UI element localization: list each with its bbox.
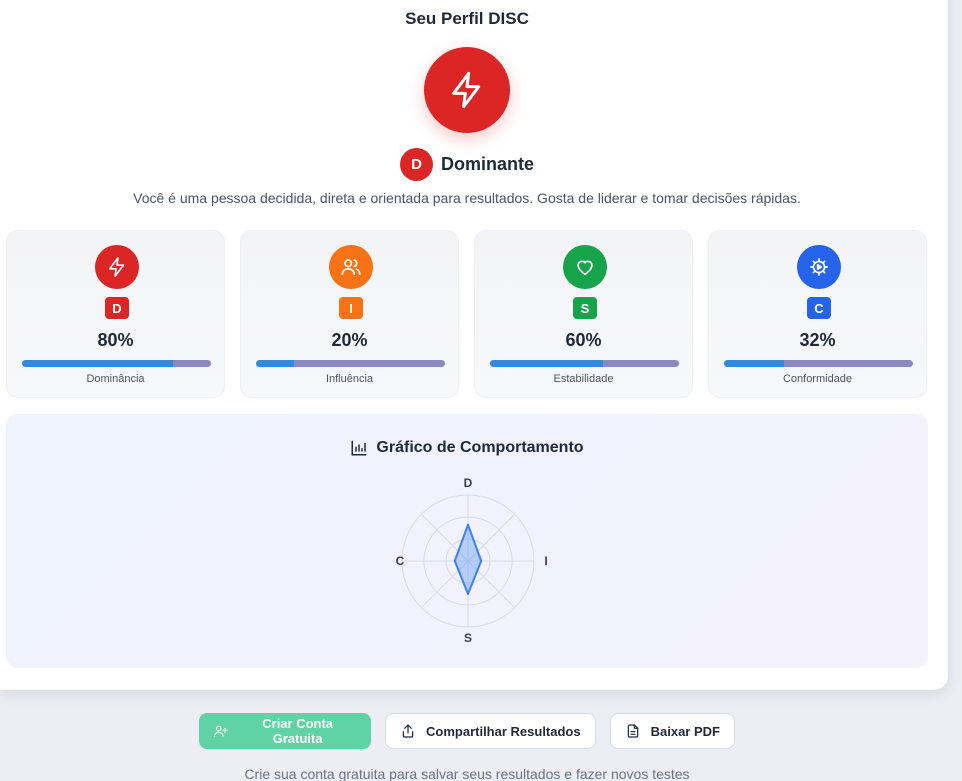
trait-percent: 80%	[97, 330, 134, 350]
trait-card-c: C 32% Conformidade	[708, 230, 927, 398]
trait-label: Dominância	[86, 373, 145, 385]
footnote: Crie sua conta gratuita para salvar seus…	[244, 766, 690, 781]
gear-icon	[810, 258, 828, 276]
trait-letter-badge: S	[573, 297, 597, 319]
share-icon	[402, 724, 414, 738]
trait-icon-circle	[797, 245, 841, 289]
trait-card-i: I 20% Influência	[240, 230, 459, 398]
trait-progress-bar	[490, 360, 679, 367]
profile-description: Você é uma pessoa decidida, direta e ori…	[133, 190, 801, 206]
trait-percent: 60%	[565, 330, 602, 350]
create-account-button[interactable]: Criar Conta Gratuita	[199, 713, 372, 749]
chart-title: Gráfico de Comportamento	[376, 439, 584, 456]
lightning-icon	[108, 257, 125, 277]
radar-axis-label-d: D	[464, 476, 473, 490]
share-results-button[interactable]: Compartilhar Resultados	[385, 713, 596, 749]
trait-icon-circle	[329, 245, 373, 289]
users-icon	[341, 259, 361, 276]
chart-heading: Gráfico de Comportamento	[6, 439, 928, 457]
trait-letter-badge: I	[339, 297, 363, 319]
document-icon	[627, 724, 638, 738]
bar-chart-icon	[351, 440, 367, 456]
trait-progress-bar	[256, 360, 445, 367]
trait-card-d: D 80% Dominância	[6, 230, 225, 398]
radar-chart: D I S C	[396, 476, 548, 645]
share-results-label: Compartilhar Resultados	[426, 723, 581, 739]
profile-name: Dominante	[440, 154, 534, 174]
trait-letter-badge: D	[105, 297, 129, 319]
trait-progress-fill	[22, 360, 174, 367]
trait-progress-fill	[256, 360, 294, 367]
trait-progress-bar	[724, 360, 913, 367]
trait-icon-circle	[95, 245, 139, 289]
trait-progress-bar	[22, 360, 211, 367]
action-buttons: Criar Conta Gratuita Compartilhar Result…	[0, 713, 934, 749]
profile-heading: D Dominante	[0, 148, 934, 181]
radar-axis-label-s: S	[464, 631, 472, 645]
trait-label: Influência	[325, 373, 374, 385]
radar-series-polygon	[453, 523, 483, 595]
radar-axis-label-c: C	[396, 554, 405, 568]
profile-hero-badge	[424, 47, 510, 133]
behavior-chart-panel: Gráfico de Comportamento D I S C	[6, 414, 928, 668]
user-plus-icon	[214, 725, 228, 737]
radar-axis-label-i: I	[544, 554, 547, 568]
trait-label: Conformidade	[782, 373, 853, 385]
trait-label: Estabilidade	[553, 373, 614, 385]
profile-letter-badge: D	[399, 148, 433, 181]
trait-progress-fill	[724, 360, 785, 367]
trait-progress-fill	[490, 360, 604, 367]
heart-icon	[577, 260, 593, 276]
page-title: Seu Perfil DISC	[405, 9, 529, 28]
create-account-label: Criar Conta Gratuita	[262, 716, 334, 746]
trait-card-s: S 60% Estabilidade	[474, 230, 693, 398]
trait-percent: 32%	[799, 330, 836, 350]
download-pdf-button[interactable]: Baixar PDF	[609, 713, 735, 749]
trait-percent: 20%	[331, 330, 368, 350]
download-pdf-label: Baixar PDF	[650, 723, 720, 739]
result-card: Seu Perfil DISC D Dominante Você é uma p…	[0, 0, 948, 690]
trait-letter-badge: C	[807, 297, 831, 319]
trait-icon-circle	[563, 245, 607, 289]
lightning-icon	[452, 71, 481, 109]
